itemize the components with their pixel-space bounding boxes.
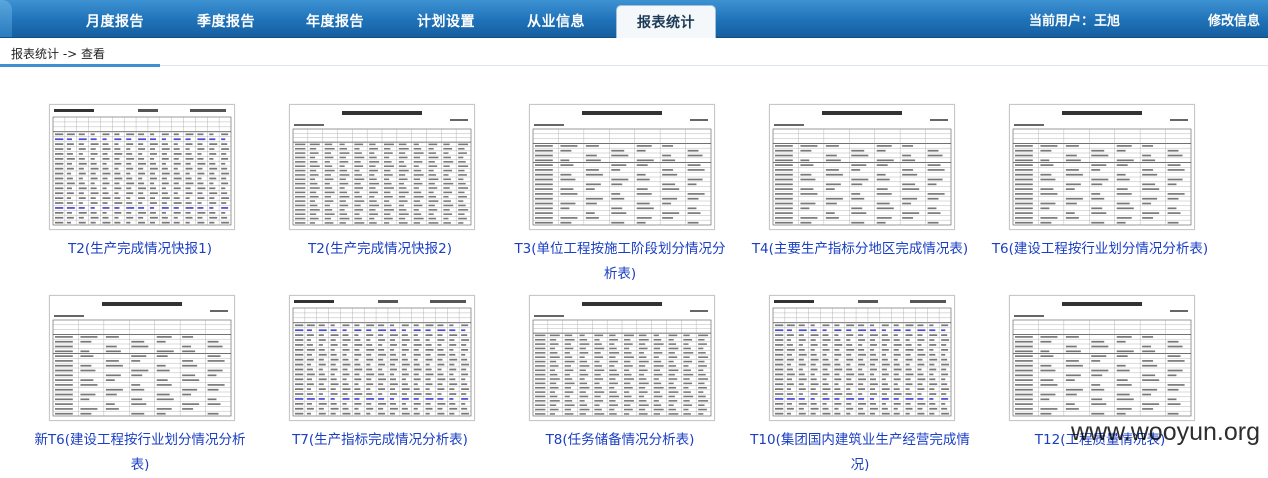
report-link[interactable]: 新T6(建设工程按行业划分情况分析表) bbox=[24, 428, 256, 478]
report-link[interactable]: T8(任务储备情况分析表) bbox=[504, 428, 736, 453]
report-item[interactable]: T8(任务储备情况分析表) bbox=[504, 295, 736, 453]
report-item[interactable]: T10(集团国内建筑业生产经营完成情况) bbox=[744, 295, 976, 478]
tab-monthly-report[interactable]: 月度报告 bbox=[65, 4, 165, 37]
report-thumbnail[interactable] bbox=[1009, 295, 1195, 421]
spreadsheet-preview bbox=[532, 111, 712, 226]
report-thumbnail[interactable] bbox=[529, 104, 715, 230]
report-link[interactable]: T2(生产完成情况快报2) bbox=[264, 237, 496, 262]
tab-report-statistics[interactable]: 报表统计 bbox=[616, 5, 716, 38]
report-item[interactable]: T4(主要生产指标分地区完成情况表) bbox=[744, 104, 976, 262]
report-link[interactable]: T2(生产完成情况快报1) bbox=[24, 237, 256, 262]
report-item[interactable]: 新T6(建设工程按行业划分情况分析表) bbox=[24, 295, 256, 478]
report-thumbnail[interactable] bbox=[289, 295, 475, 421]
spreadsheet-preview bbox=[292, 111, 472, 226]
spreadsheet-preview bbox=[1012, 111, 1192, 226]
report-item[interactable]: T2(生产完成情况快报1) bbox=[24, 104, 256, 262]
report-thumbnail[interactable] bbox=[49, 104, 235, 230]
report-item[interactable]: T2(生产完成情况快报2) bbox=[264, 104, 496, 262]
tab-plan-settings[interactable]: 计划设置 bbox=[396, 4, 496, 37]
tab-annual-report[interactable]: 年度报告 bbox=[285, 4, 385, 37]
report-thumbnail[interactable] bbox=[769, 104, 955, 230]
divider bbox=[160, 65, 1268, 66]
edit-info-link[interactable]: 修改信息 bbox=[1208, 10, 1260, 29]
spreadsheet-preview bbox=[772, 300, 952, 417]
spreadsheet-preview bbox=[532, 302, 712, 417]
spreadsheet-preview bbox=[52, 302, 232, 417]
spreadsheet-preview bbox=[1012, 302, 1192, 417]
report-link[interactable]: T7(生产指标完成情况分析表) bbox=[264, 428, 496, 453]
report-link[interactable]: T4(主要生产指标分地区完成情况表) bbox=[744, 237, 976, 262]
report-link[interactable]: T6(建设工程按行业划分情况分析表) bbox=[984, 237, 1216, 262]
top-navbar: 月度报告 季度报告 年度报告 计划设置 从业信息 报表统计 当前用户：王旭 修改… bbox=[0, 0, 1268, 38]
tab-quarterly-report[interactable]: 季度报告 bbox=[176, 4, 276, 37]
report-item[interactable]: T3(单位工程按施工阶段划分情况分析表) bbox=[504, 104, 736, 287]
spreadsheet-preview bbox=[52, 109, 232, 226]
spreadsheet-preview bbox=[772, 111, 952, 226]
report-thumbnail[interactable] bbox=[529, 295, 715, 421]
breadcrumb-underline bbox=[0, 64, 160, 67]
report-item[interactable]: T6(建设工程按行业划分情况分析表) bbox=[984, 104, 1216, 262]
navbar-left-edge bbox=[0, 0, 12, 37]
report-thumbnail[interactable] bbox=[289, 104, 475, 230]
spreadsheet-preview bbox=[292, 300, 472, 417]
report-link[interactable]: T3(单位工程按施工阶段划分情况分析表) bbox=[504, 237, 736, 287]
watermark: www.wooyun.org bbox=[1071, 418, 1260, 446]
report-link[interactable]: T10(集团国内建筑业生产经营完成情况) bbox=[744, 428, 976, 478]
report-item[interactable]: T7(生产指标完成情况分析表) bbox=[264, 295, 496, 453]
breadcrumb: 报表统计 -> 查看 bbox=[11, 47, 106, 61]
current-user-label: 当前用户：王旭 bbox=[1028, 14, 1120, 29]
report-thumbnail[interactable] bbox=[49, 295, 235, 421]
tab-practice-info[interactable]: 从业信息 bbox=[506, 4, 606, 37]
report-thumbnail[interactable] bbox=[769, 295, 955, 421]
report-thumbnail[interactable] bbox=[1009, 104, 1195, 230]
